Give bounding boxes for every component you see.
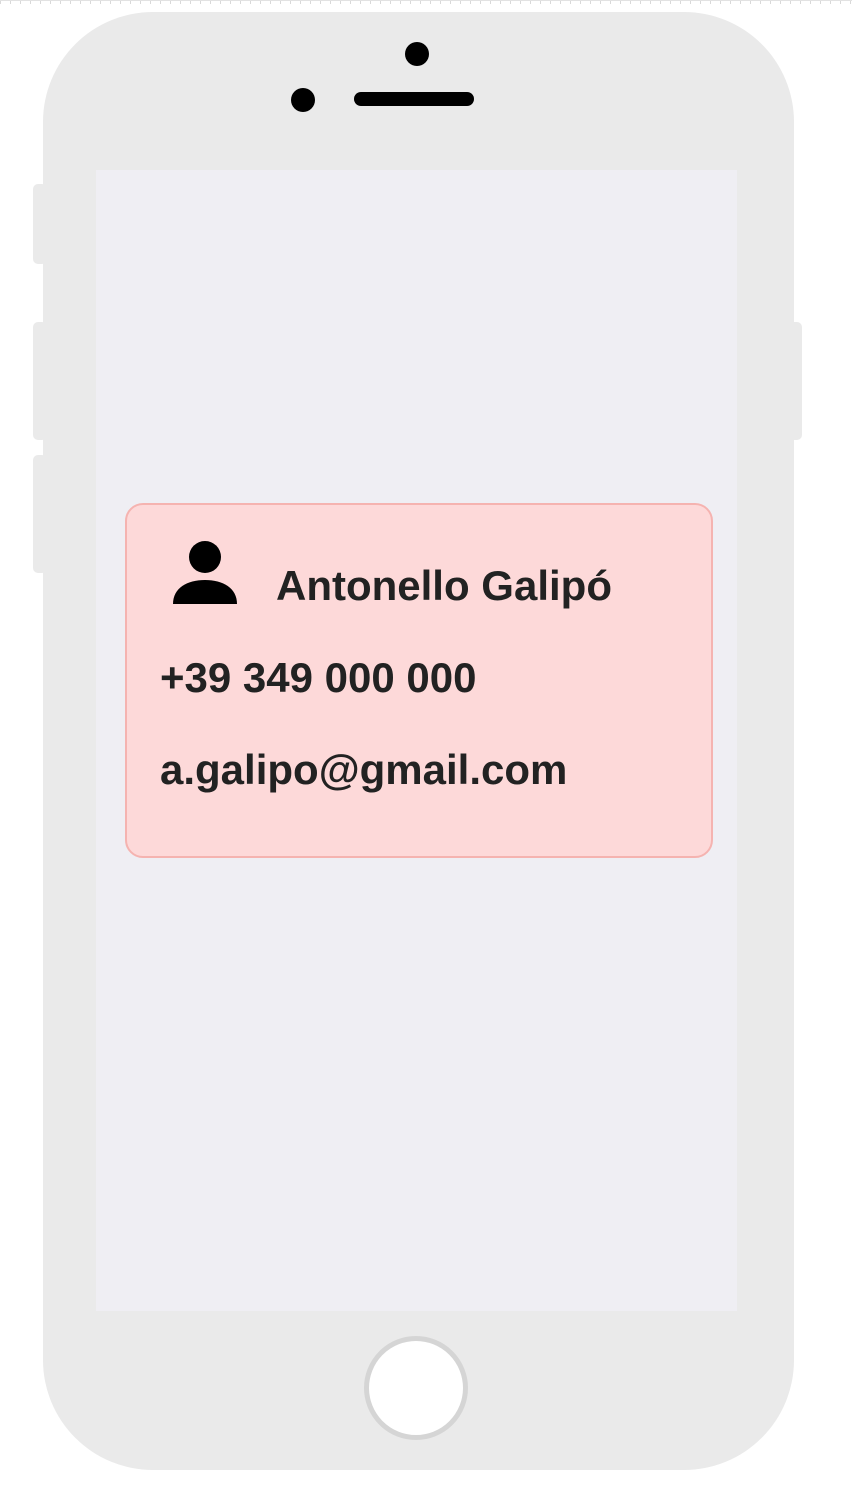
person-icon xyxy=(173,541,237,604)
earpiece-speaker-icon xyxy=(354,92,474,106)
contact-email[interactable]: a.galipo@gmail.com xyxy=(160,746,567,794)
proximity-sensor-icon xyxy=(291,88,315,112)
home-button[interactable] xyxy=(364,1336,468,1440)
top-ruler xyxy=(0,0,852,4)
contact-name: Antonello Galipó xyxy=(276,562,612,609)
contact-phone[interactable]: +39 349 000 000 xyxy=(160,654,476,702)
front-camera-icon xyxy=(405,42,429,66)
